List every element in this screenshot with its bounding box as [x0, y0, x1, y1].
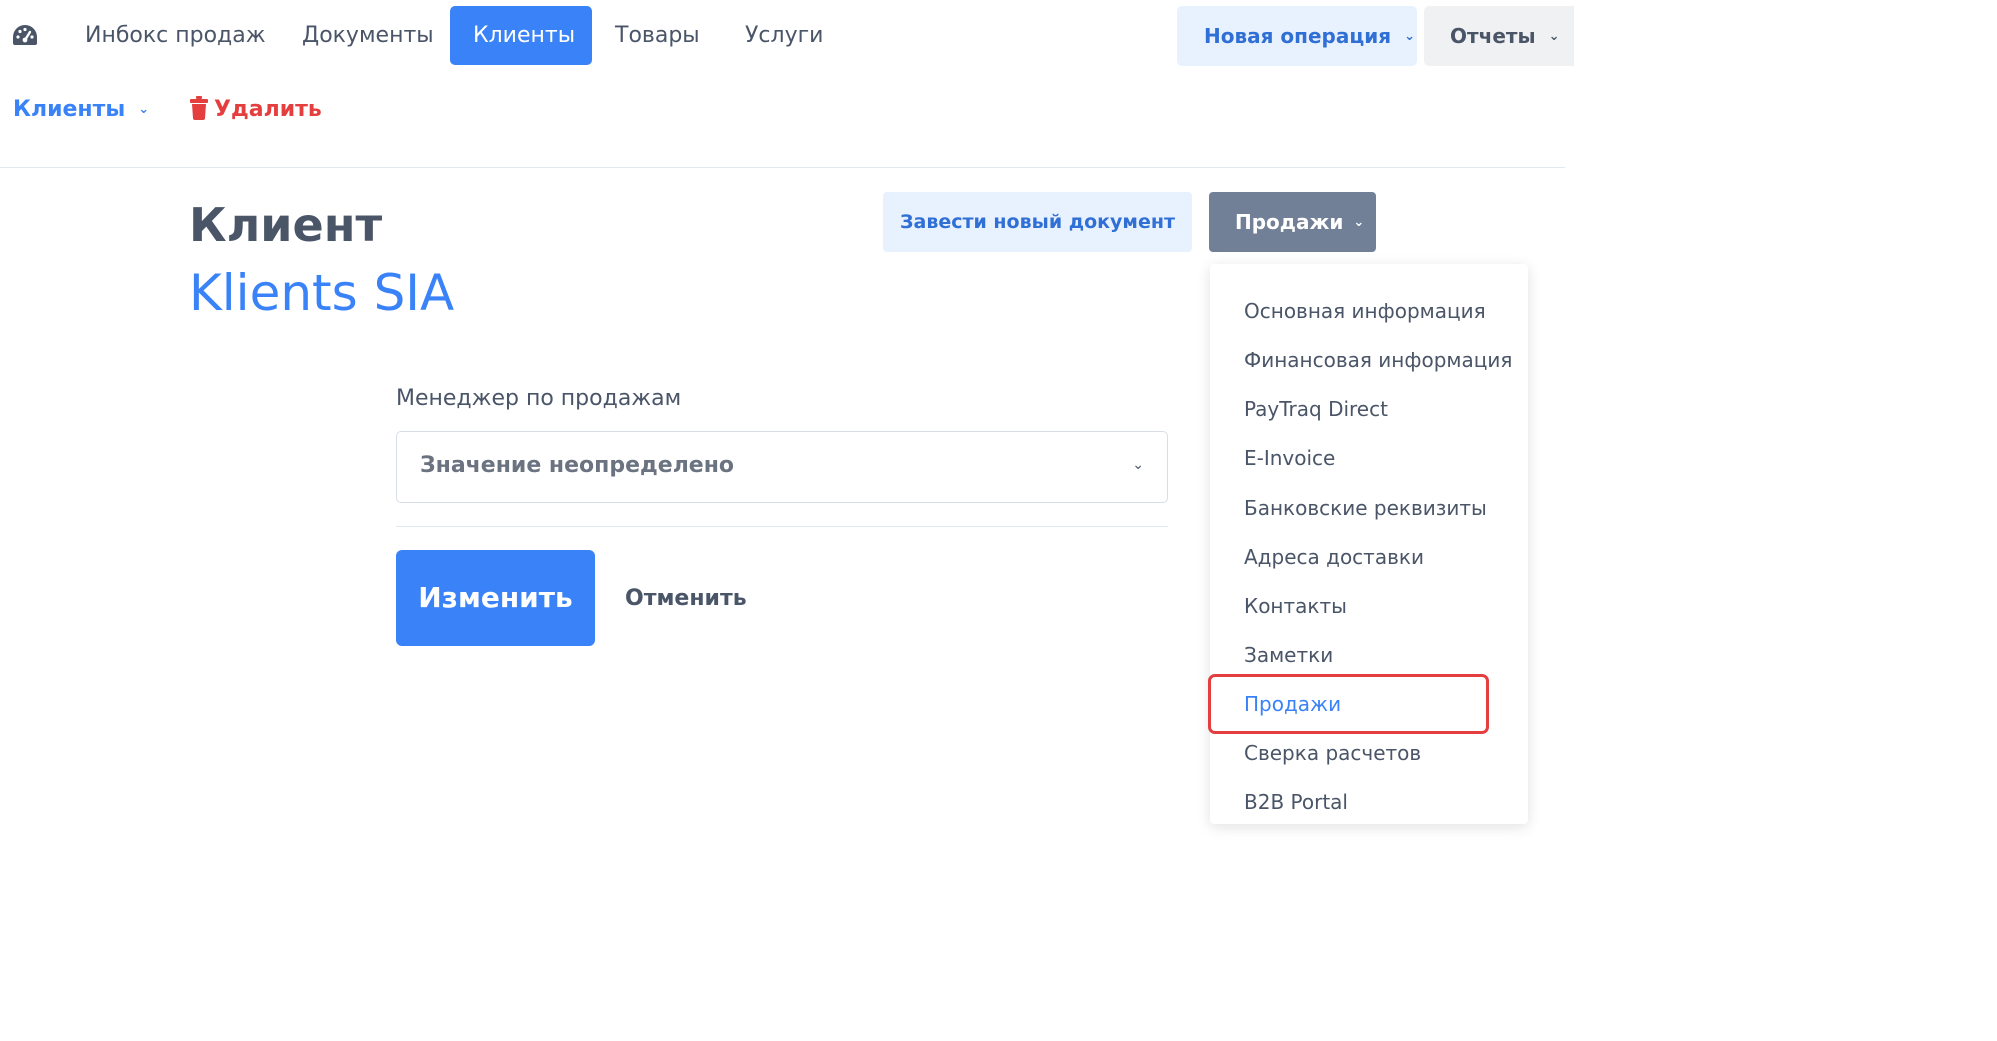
sales-manager-value: Значение неопределено: [420, 453, 735, 478]
client-name: Klients SIA: [189, 264, 455, 322]
dashboard-gauge-icon[interactable]: [11, 23, 39, 47]
nav-documents[interactable]: Документы: [279, 6, 457, 65]
menu-item-reconciliation[interactable]: Сверка расчетов: [1244, 733, 1421, 773]
menu-item-e-invoice[interactable]: E-Invoice: [1244, 438, 1335, 478]
new-operation-label: Новая операция: [1204, 24, 1392, 48]
page-title: Клиент: [189, 198, 383, 252]
delete-label: Удалить: [214, 97, 322, 122]
new-document-button[interactable]: Завести новый документ: [883, 192, 1192, 252]
sales-manager-label: Менеджер по продажам: [396, 386, 682, 411]
sales-manager-select[interactable]: Значение неопределено ⌄: [396, 431, 1168, 503]
reports-button[interactable]: Отчеты ⌄: [1424, 6, 1574, 66]
form-divider: [396, 526, 1168, 527]
chevron-down-icon: ⌄: [1548, 29, 1560, 44]
trash-icon: [190, 96, 208, 120]
menu-item-notes[interactable]: Заметки: [1244, 635, 1333, 675]
nav-services[interactable]: Услуги: [722, 6, 846, 65]
cancel-button[interactable]: Отменить: [625, 582, 747, 616]
clients-menu-label: Клиенты: [13, 97, 126, 122]
menu-item-b2b-portal[interactable]: B2B Portal: [1244, 782, 1348, 822]
menu-item-bank-details[interactable]: Банковские реквизиты: [1244, 488, 1487, 528]
nav-sales-inbox[interactable]: Инбокс продаж: [62, 6, 289, 65]
chevron-down-icon: ⌄: [138, 102, 150, 117]
clients-menu-button[interactable]: Клиенты ⌄: [13, 92, 149, 128]
menu-item-financial-info[interactable]: Финансовая информация: [1244, 340, 1512, 380]
menu-item-delivery-addresses[interactable]: Адреса доставки: [1244, 537, 1424, 577]
top-navigation: Инбокс продаж Документы Клиенты Товары У…: [0, 0, 1997, 72]
sales-dropdown-button[interactable]: Продажи ⌄: [1209, 192, 1376, 252]
menu-item-paytraq-direct[interactable]: PayTraq Direct: [1244, 389, 1388, 429]
menu-item-basic-info[interactable]: Основная информация: [1244, 291, 1486, 331]
delete-button[interactable]: Удалить: [190, 92, 322, 128]
sales-dropdown-menu: Основная информация Финансовая информаци…: [1210, 264, 1528, 824]
reports-label: Отчеты: [1450, 24, 1536, 48]
selection-highlight: [1208, 674, 1489, 734]
save-button[interactable]: Изменить: [396, 550, 595, 646]
chevron-down-icon: ⌄: [1353, 215, 1365, 230]
new-operation-button[interactable]: Новая операция ⌄: [1177, 6, 1417, 66]
chevron-down-icon: ⌄: [1132, 457, 1144, 473]
sales-dropdown-label: Продажи: [1235, 210, 1344, 234]
menu-item-contacts[interactable]: Контакты: [1244, 586, 1347, 626]
nav-products[interactable]: Товары: [592, 6, 723, 65]
chevron-down-icon: ⌄: [1404, 29, 1415, 44]
header-divider: [0, 167, 1565, 168]
nav-clients[interactable]: Клиенты: [450, 6, 592, 65]
